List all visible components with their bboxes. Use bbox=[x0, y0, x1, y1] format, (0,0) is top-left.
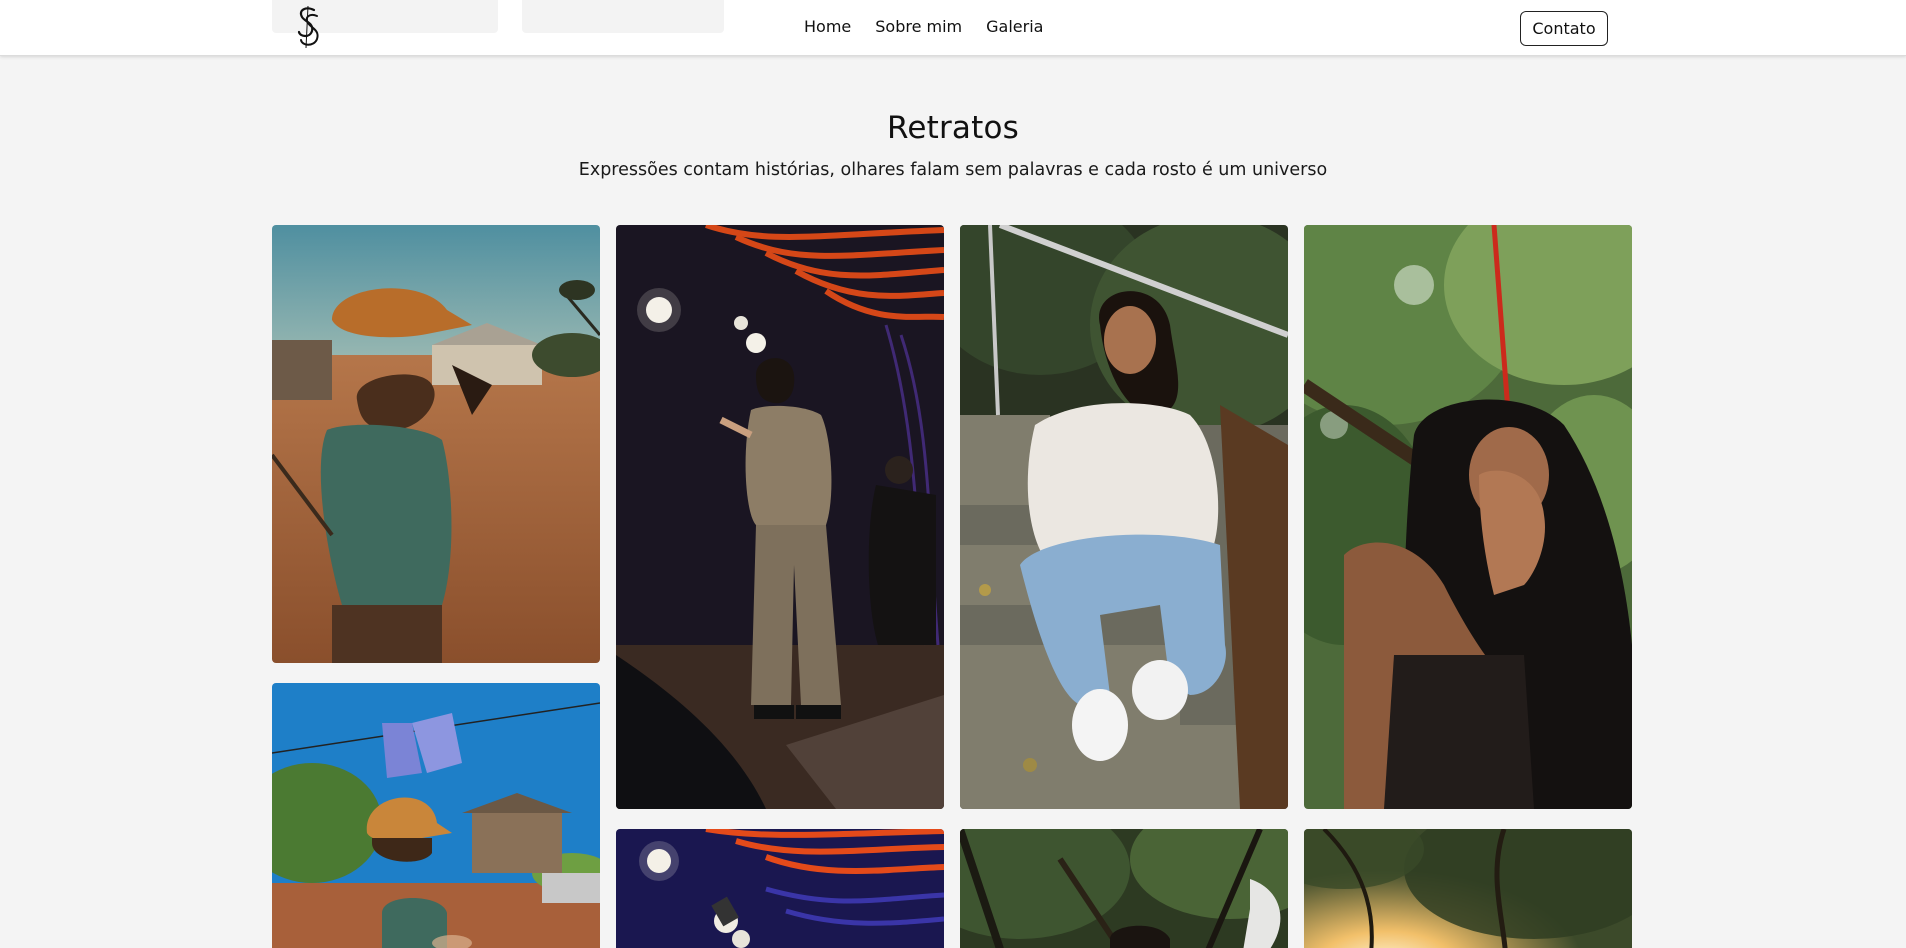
photo-forest-portrait bbox=[960, 829, 1288, 948]
gallery-photo[interactable] bbox=[272, 225, 600, 663]
photo-girl-steps bbox=[960, 225, 1288, 809]
gallery-photo[interactable] bbox=[960, 225, 1288, 809]
photo-singer-stage bbox=[616, 225, 944, 809]
site-header: Home Sobre mim Galeria Contato bbox=[0, 0, 1906, 56]
photo-sunlit-trees bbox=[1304, 829, 1632, 948]
gallery-photo[interactable] bbox=[272, 683, 600, 948]
photo-boy-sky bbox=[272, 683, 600, 948]
gallery-photo[interactable] bbox=[960, 829, 1288, 948]
photo-stage-lights bbox=[616, 829, 944, 948]
gallery-photo[interactable] bbox=[1304, 829, 1632, 948]
gallery-photo[interactable] bbox=[616, 829, 944, 948]
ss-logo[interactable] bbox=[290, 4, 326, 50]
section-title: Retratos bbox=[887, 110, 1019, 146]
nav-galeria[interactable]: Galeria bbox=[986, 16, 1043, 38]
ss-monogram-icon bbox=[297, 5, 319, 49]
nav-sobre-mim[interactable]: Sobre mim bbox=[875, 16, 962, 38]
gallery-photo[interactable] bbox=[616, 225, 944, 809]
main-nav: Home Sobre mim Galeria bbox=[804, 16, 1043, 38]
gallery-photo[interactable] bbox=[1304, 225, 1632, 809]
contact-button[interactable]: Contato bbox=[1520, 11, 1608, 46]
header-ghost-thumbnail bbox=[522, 0, 724, 33]
section-subtitle: Expressões contam histórias, olhares fal… bbox=[578, 160, 1328, 180]
photo-boy-slingshot bbox=[272, 225, 600, 663]
photo-woman-tree bbox=[1304, 225, 1632, 809]
nav-home[interactable]: Home bbox=[804, 16, 851, 38]
